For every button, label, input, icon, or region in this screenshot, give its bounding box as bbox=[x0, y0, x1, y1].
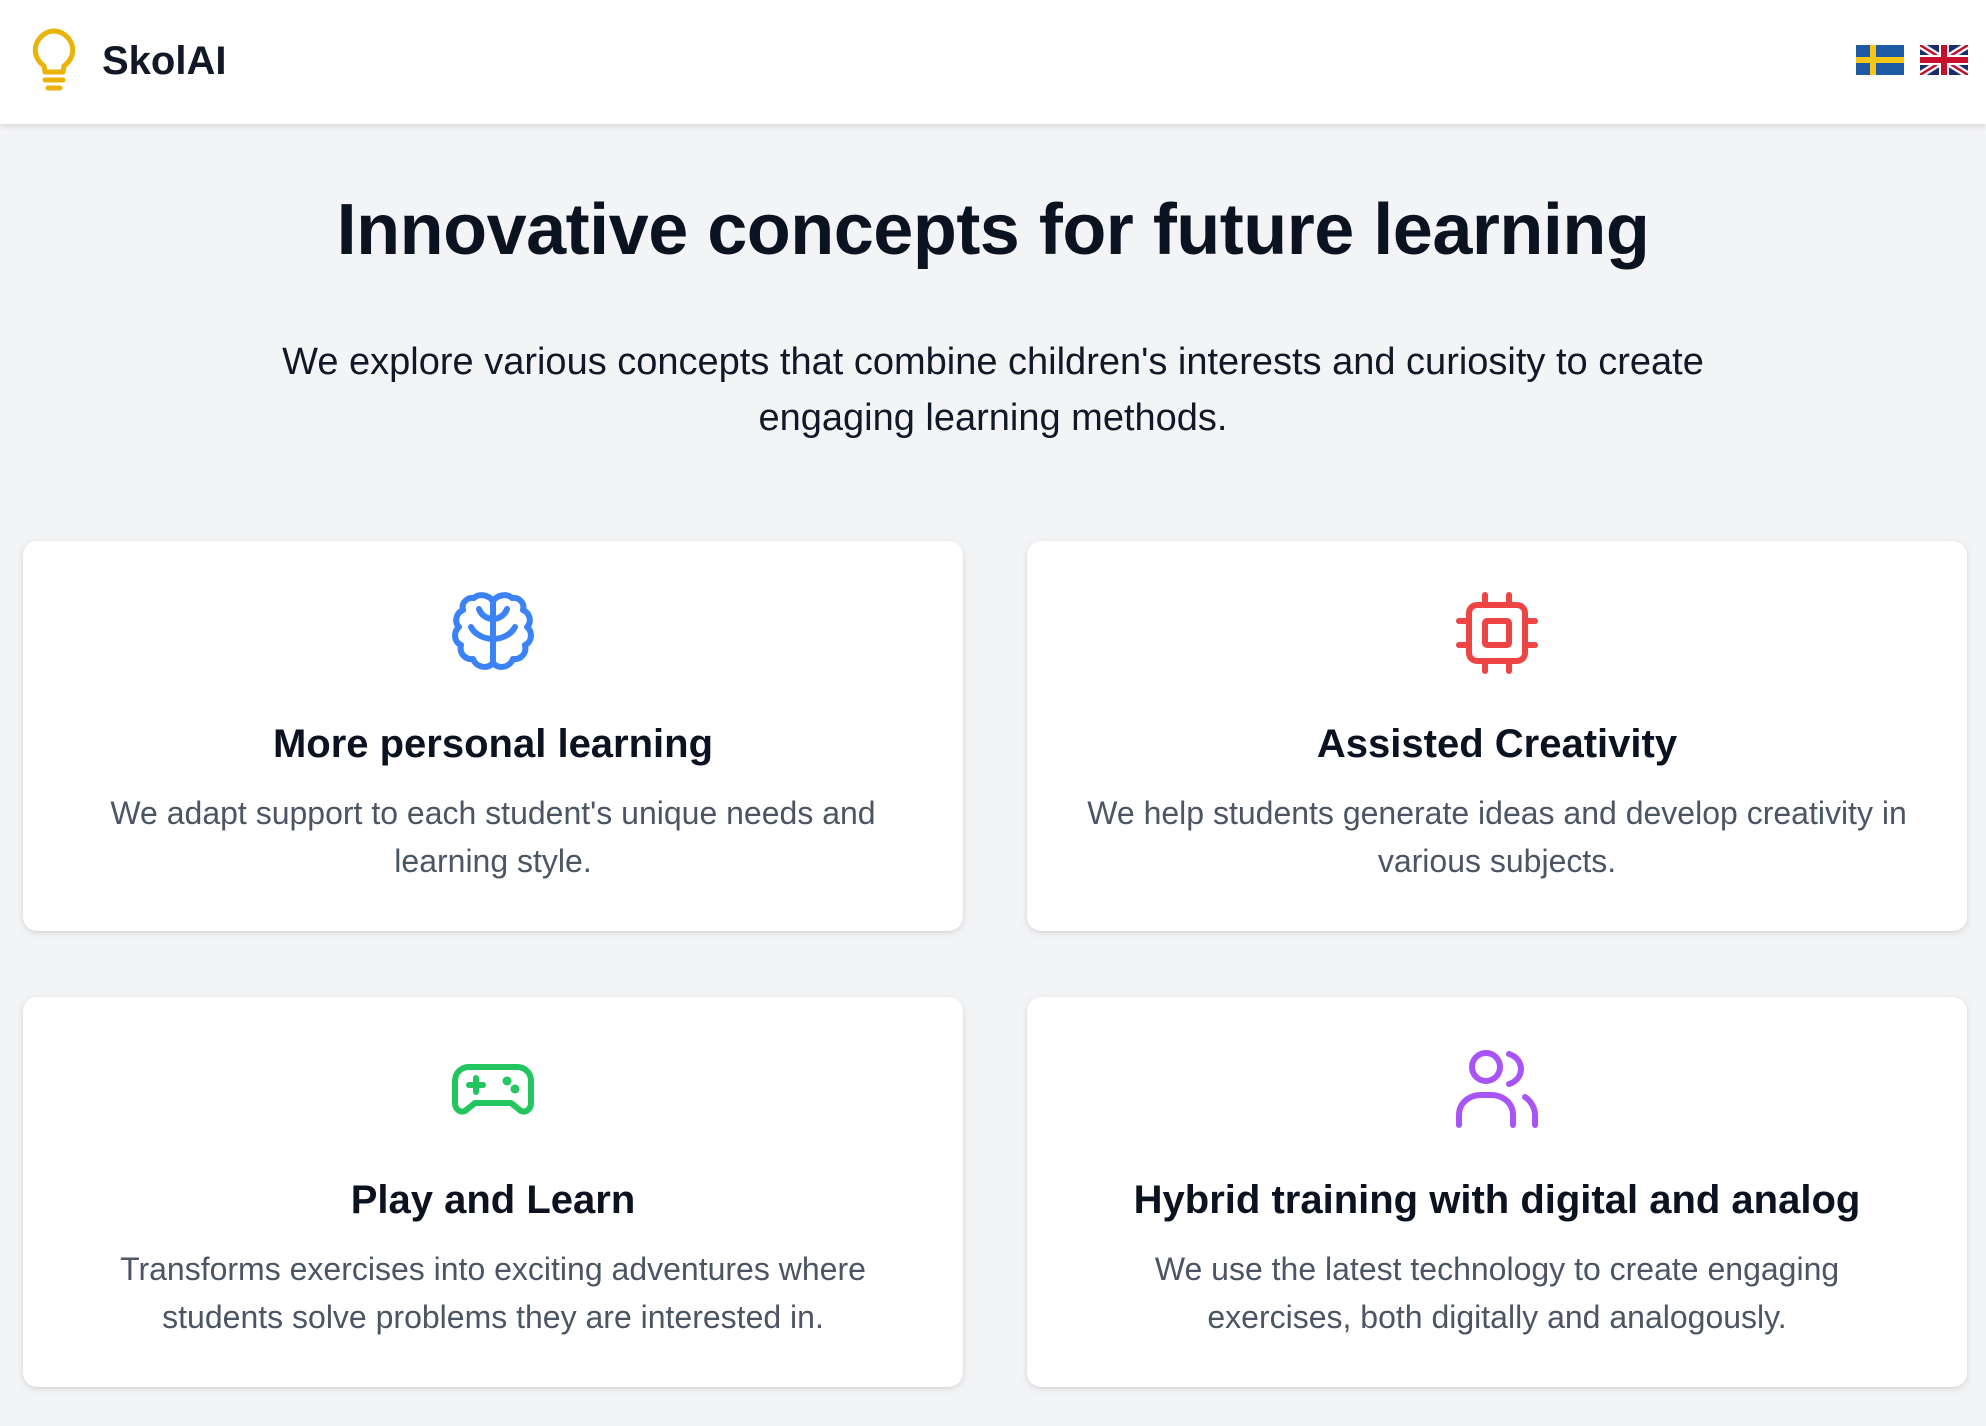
feature-description: We help students generate ideas and deve… bbox=[1087, 795, 1907, 879]
feature-description: Transforms exercises into exciting adven… bbox=[120, 1251, 866, 1335]
users-icon bbox=[1456, 1050, 1538, 1128]
feature-description: We use the latest technology to create e… bbox=[1154, 1251, 1840, 1335]
feature-card-play-and-learn: Play and Learn Transforms exercises into… bbox=[23, 997, 963, 1387]
feature-card-personal-learning: More personal learning We adapt support … bbox=[23, 541, 963, 931]
flag-uk-icon[interactable] bbox=[1920, 45, 1968, 75]
brand-name[interactable]: SkolAI bbox=[102, 38, 226, 84]
feature-card-assisted-creativity: Assisted Creativity We help students gen… bbox=[1027, 541, 1967, 931]
feature-title: Hybrid training with digital and analog bbox=[1133, 1178, 1861, 1222]
site-header: SkolAI bbox=[0, 0, 1986, 124]
feature-description: We adapt support to each student's uniqu… bbox=[110, 795, 876, 879]
cpu-chip-icon bbox=[1456, 592, 1538, 674]
page-subtitle: We explore various concepts that combine… bbox=[282, 341, 1704, 439]
flag-sweden-icon[interactable] bbox=[1856, 45, 1904, 75]
feature-title: Assisted Creativity bbox=[1316, 722, 1678, 766]
brain-icon bbox=[452, 592, 534, 670]
feature-title: Play and Learn bbox=[350, 1178, 636, 1222]
feature-card-hybrid-training: Hybrid training with digital and analog … bbox=[1027, 997, 1967, 1387]
gamepad-icon bbox=[452, 1064, 534, 1115]
lightbulb-icon bbox=[32, 28, 76, 91]
feature-title: More personal learning bbox=[272, 722, 714, 766]
page-title: Innovative concepts for future learning bbox=[336, 190, 1650, 270]
